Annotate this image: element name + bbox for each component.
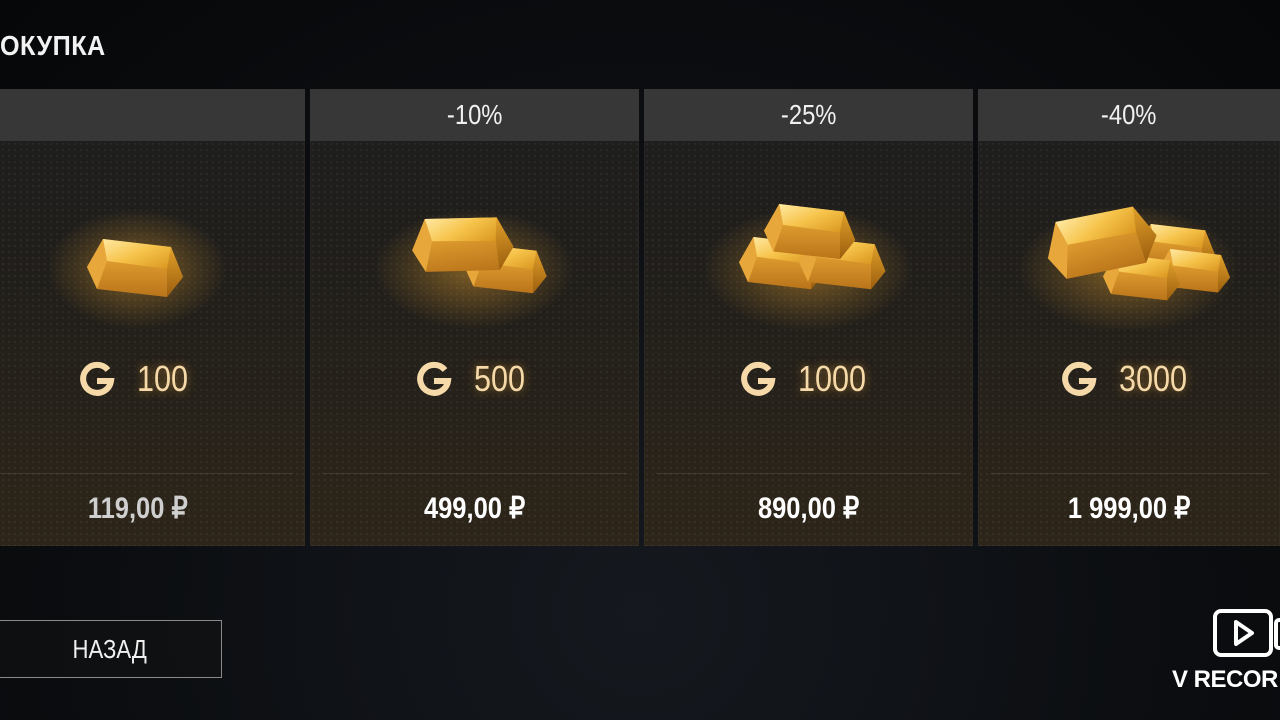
g-currency-icon — [80, 361, 115, 396]
g-currency-icon — [417, 361, 452, 396]
gold-amount: 3000 — [978, 357, 1280, 401]
gold-amount: 500 — [310, 357, 639, 401]
g-currency-icon — [741, 361, 776, 396]
gold-bars-stack-icon — [703, 204, 913, 329]
video-recorder-icon — [1213, 609, 1280, 657]
gold-package-card-3000[interactable]: -40% 3000 1 999,00 ₽ — [978, 89, 1280, 546]
gold-amount: 1000 — [644, 357, 973, 401]
gold-packages: 100 119,00 ₽ -10% 500 499,00 ₽ -25% 1000… — [0, 0, 1280, 560]
discount-header: -40% — [978, 89, 1280, 141]
gold-package-card-500[interactable]: -10% 500 499,00 ₽ — [310, 89, 639, 546]
discount-header: -10% — [310, 89, 639, 141]
price-label: 1 999,00 ₽ — [1067, 492, 1191, 525]
back-button[interactable]: НАЗАД — [0, 620, 222, 678]
watermark-text: V RECOR — [1172, 666, 1278, 693]
gold-bars-pair-icon — [374, 207, 574, 329]
divider — [322, 473, 627, 474]
gold-bar-icon — [47, 209, 227, 329]
g-currency-icon — [1062, 361, 1097, 396]
divider — [990, 473, 1268, 474]
price-label: 119,00 ₽ — [87, 492, 188, 525]
divider — [656, 473, 961, 474]
price-label: 890,00 ₽ — [757, 492, 860, 525]
recorder-watermark: V RECOR — [1170, 604, 1280, 704]
gold-package-card-1000[interactable]: -25% 1000 890,00 ₽ — [644, 89, 973, 546]
discount-header: -25% — [644, 89, 973, 141]
divider — [0, 473, 293, 474]
gold-bars-pile-icon — [1018, 199, 1238, 329]
discount-header — [0, 89, 305, 141]
gold-package-card-100[interactable]: 100 119,00 ₽ — [0, 89, 305, 546]
price-label: 499,00 ₽ — [423, 492, 526, 525]
gold-amount: 100 — [0, 357, 305, 401]
